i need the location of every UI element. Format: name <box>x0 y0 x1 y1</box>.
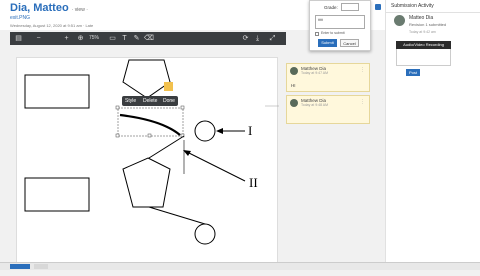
logic-diagram: I II <box>24 59 297 245</box>
divider <box>386 12 480 13</box>
label-2: II <box>249 175 258 190</box>
grade-panel: Grade: ttttt Enter to submit Submit Canc… <box>309 0 371 51</box>
fullscreen-icon[interactable]: ⤢ <box>268 34 277 43</box>
zoom-out-icon[interactable]: − <box>34 34 43 43</box>
edit-icon[interactable] <box>375 4 381 10</box>
taskbar <box>0 262 480 270</box>
recording-tooltip: Audio/Video Recording <box>396 41 451 49</box>
delete-menu-item[interactable]: Delete <box>143 98 157 104</box>
selection-handle[interactable] <box>115 105 120 110</box>
submission-activity-panel: Submission Activity Matteo Dia Revision … <box>385 0 480 270</box>
comment-sidebar: Matthew Dia Today at 9:47 AM HI ⋮ Matthe… <box>283 60 373 270</box>
pointer-icon[interactable]: ⊕ <box>76 34 85 43</box>
draw-icon[interactable]: ✎ <box>132 34 141 43</box>
taskbar-item-active[interactable] <box>10 264 30 269</box>
student-name[interactable]: Matteo Dia <box>409 15 433 21</box>
zoom-level[interactable]: 75% <box>89 35 99 41</box>
selection-handle[interactable] <box>180 105 185 110</box>
comment-card[interactable]: Matthew Dia Today at 9:47 AM HI ⋮ <box>286 63 370 92</box>
file-name-link[interactable]: exit.PNG <box>10 15 30 21</box>
arrow-2 <box>184 150 246 182</box>
annotation-toolbar: ▤ − + ⊕ 75% ▭ T ✎ ⌫ ⟳ ⤓ ⤢ <box>10 32 286 45</box>
submit-button[interactable]: Submit <box>318 39 337 47</box>
circle-top <box>194 120 216 142</box>
enter-to-submit-label: Enter to submit <box>321 31 345 35</box>
enter-to-submit-checkbox[interactable] <box>315 32 319 36</box>
avatar <box>290 67 298 75</box>
selection-box[interactable] <box>117 107 184 137</box>
comment-date: Today at 9:47 AM <box>301 71 329 75</box>
selection-handle[interactable] <box>147 133 152 138</box>
eraser-icon[interactable]: ⌫ <box>144 34 154 43</box>
connector-line <box>148 135 185 159</box>
more-options-icon[interactable]: ⋮ <box>360 67 365 73</box>
connector-line-bottom <box>148 206 206 225</box>
drawn-stroke[interactable] <box>119 113 181 136</box>
avatar <box>290 99 298 107</box>
panel-title: Submission Activity <box>391 3 434 9</box>
grade-label: Grade: <box>324 5 338 10</box>
page-icon[interactable]: ▤ <box>14 34 23 43</box>
submission-info: Revision 1 submitted <box>409 22 447 27</box>
cancel-button[interactable]: Cancel <box>340 39 359 47</box>
pentagon-top <box>122 59 171 99</box>
avatar <box>394 15 405 26</box>
style-menu-item[interactable]: Style <box>125 98 136 104</box>
grade-input[interactable] <box>341 3 359 11</box>
post-button[interactable]: Post <box>406 69 420 76</box>
view-menu[interactable]: · view · <box>72 7 88 13</box>
text-icon[interactable]: T <box>120 34 129 43</box>
comment-text: HI <box>291 83 296 88</box>
pentagon-bottom <box>122 157 171 208</box>
done-menu-item[interactable]: Done <box>163 98 175 104</box>
more-options-icon[interactable]: ⋮ <box>360 99 365 105</box>
comment-input[interactable] <box>396 48 451 66</box>
box-top-left <box>24 74 90 109</box>
zoom-in-icon[interactable]: + <box>62 34 71 43</box>
annotation-context-menu: Style Delete Done <box>122 96 178 106</box>
download-icon[interactable]: ⤓ <box>253 34 262 43</box>
grade-comment-field[interactable]: ttttt <box>315 15 365 29</box>
label-1: I <box>248 123 252 138</box>
circle-bottom <box>194 223 216 245</box>
box-bottom-left <box>24 177 90 212</box>
taskbar-item[interactable] <box>34 264 48 269</box>
arrowhead-1 <box>216 128 223 134</box>
student-name-title[interactable]: Dia, Matteo · view · <box>10 2 88 14</box>
comment-card[interactable]: Matthew Dia Today at 9:48 AM ⋮ <box>286 95 370 124</box>
submitted-timestamp: Wednesday, August 12, 2020 at 9:51 am · … <box>10 23 94 28</box>
document-canvas[interactable]: I II <box>16 57 297 270</box>
highlight-icon[interactable]: ▭ <box>108 34 117 43</box>
selection-handle[interactable] <box>115 133 120 138</box>
comment-date: Today at 9:48 AM <box>301 103 329 107</box>
rotate-icon[interactable]: ⟳ <box>241 34 250 43</box>
submission-date: Today at 9:42 am <box>409 30 436 34</box>
highlight-square[interactable] <box>164 82 173 91</box>
